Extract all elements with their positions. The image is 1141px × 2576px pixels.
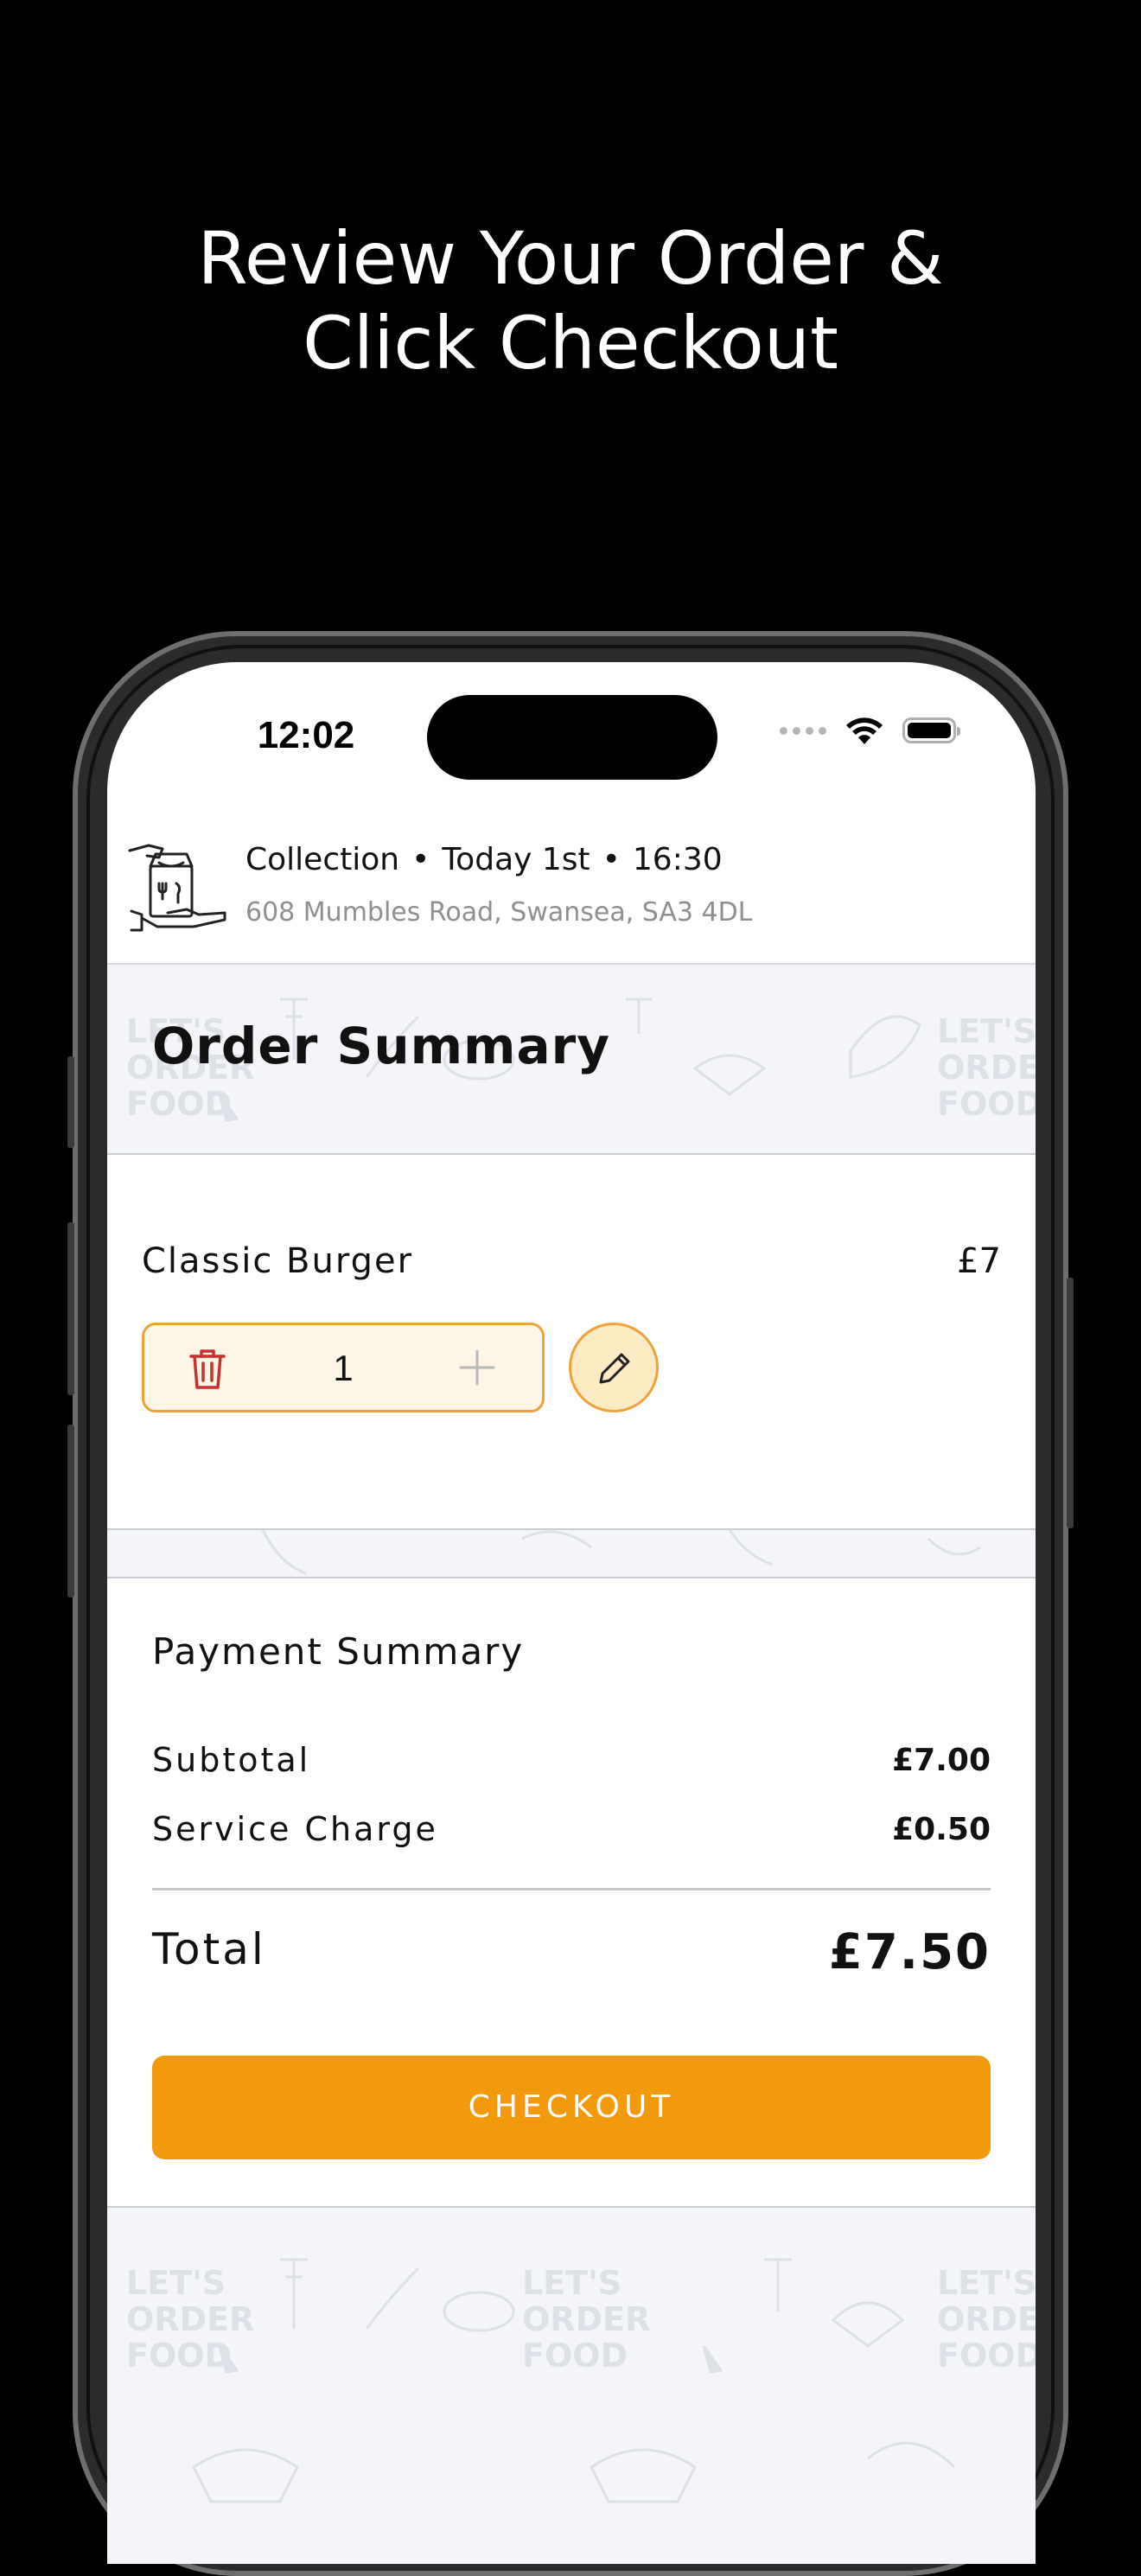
app-screen: 12:02 Collection • Today 1st • 16:30 608 Mum…: [107, 662, 1036, 2564]
pattern-text: LET'S: [937, 2264, 1036, 2302]
pencil-icon: [599, 1353, 630, 1384]
promo-line-1: Review Your Order &: [197, 216, 944, 301]
food-pattern-background: LET'S ORDER FOOD LET'S ORDER FOOD LET'S …: [126, 2258, 1036, 2503]
order-summary-title: Order Summary: [152, 1017, 611, 1075]
volume-down-button: [67, 1425, 74, 1597]
pattern-text: FOOD: [937, 2337, 1036, 2375]
collection-bag-icon: [128, 844, 226, 932]
silent-switch: [67, 1056, 74, 1148]
subtotal-value: £7.00: [892, 1743, 991, 1778]
item-name: Classic Burger: [142, 1241, 414, 1281]
pattern-text: ORDER: [937, 2300, 1036, 2338]
promo-line-2: Click Checkout: [303, 301, 838, 386]
pattern-text: ORDER: [126, 2300, 254, 2338]
status-time: 12:02: [257, 714, 355, 756]
order-time: 16:30: [632, 842, 723, 877]
order-mode-line: Collection • Today 1st • 16:30: [245, 842, 723, 877]
order-mode: Collection: [245, 842, 400, 877]
order-day: Today 1st: [442, 842, 590, 877]
dynamic-island: [427, 695, 717, 780]
cart-item: Classic Burger £7 1: [107, 1155, 1036, 1530]
pattern-text: FOOD: [522, 2337, 628, 2375]
item-price: £7: [957, 1241, 1001, 1281]
total-label: Total: [152, 1924, 266, 1974]
pattern-text: ORDER: [937, 1049, 1036, 1087]
pattern-text: FOOD: [126, 1085, 232, 1123]
order-summary-banner: LET'S ORDER FOOD LET'S ORDER FOOD Order …: [107, 965, 1036, 1155]
pattern-text: ORDER: [522, 2300, 650, 2338]
service-charge-value: £0.50: [892, 1812, 991, 1847]
pattern-text: LET'S: [126, 2264, 226, 2302]
pattern-text: FOOD: [126, 2337, 232, 2375]
promo-headline: Review Your Order & Click Checkout: [0, 216, 1141, 386]
signal-dots-icon: [780, 726, 826, 735]
order-details-header[interactable]: Collection • Today 1st • 16:30 608 Mumbles R…: [107, 832, 1036, 965]
subtotal-label: Subtotal: [152, 1741, 311, 1779]
collection-address: 608 Mumbles Road, Swansea, SA3 4DL: [245, 897, 753, 928]
edit-item-button[interactable]: [569, 1323, 659, 1412]
summary-divider: [152, 1888, 991, 1891]
plus-icon[interactable]: [457, 1348, 497, 1387]
bottom-pattern-area: LET'S ORDER FOOD LET'S ORDER FOOD LET'S …: [107, 2208, 1036, 2564]
service-charge-label: Service Charge: [152, 1810, 438, 1848]
quantity-stepper: 1: [142, 1323, 545, 1412]
food-pattern-background: [261, 1530, 981, 1575]
battery-icon: [902, 717, 960, 743]
pattern-text: FOOD: [937, 1085, 1036, 1123]
payment-summary: Payment Summary Subtotal £7.00 Service C…: [107, 1578, 1036, 2208]
status-icons: [780, 716, 960, 745]
checkout-button[interactable]: CHECKOUT: [152, 2056, 991, 2159]
power-button: [1067, 1278, 1074, 1528]
volume-up-button: [67, 1222, 74, 1395]
pattern-text: LET'S: [937, 1012, 1036, 1050]
payment-summary-title: Payment Summary: [152, 1630, 525, 1673]
wifi-icon: [846, 717, 883, 744]
separator-dot: •: [602, 842, 621, 877]
total-value: £7.50: [828, 1924, 991, 1980]
pattern-text: LET'S: [522, 2264, 621, 2302]
pattern-divider: [107, 1530, 1036, 1578]
separator-dot: •: [411, 842, 430, 877]
